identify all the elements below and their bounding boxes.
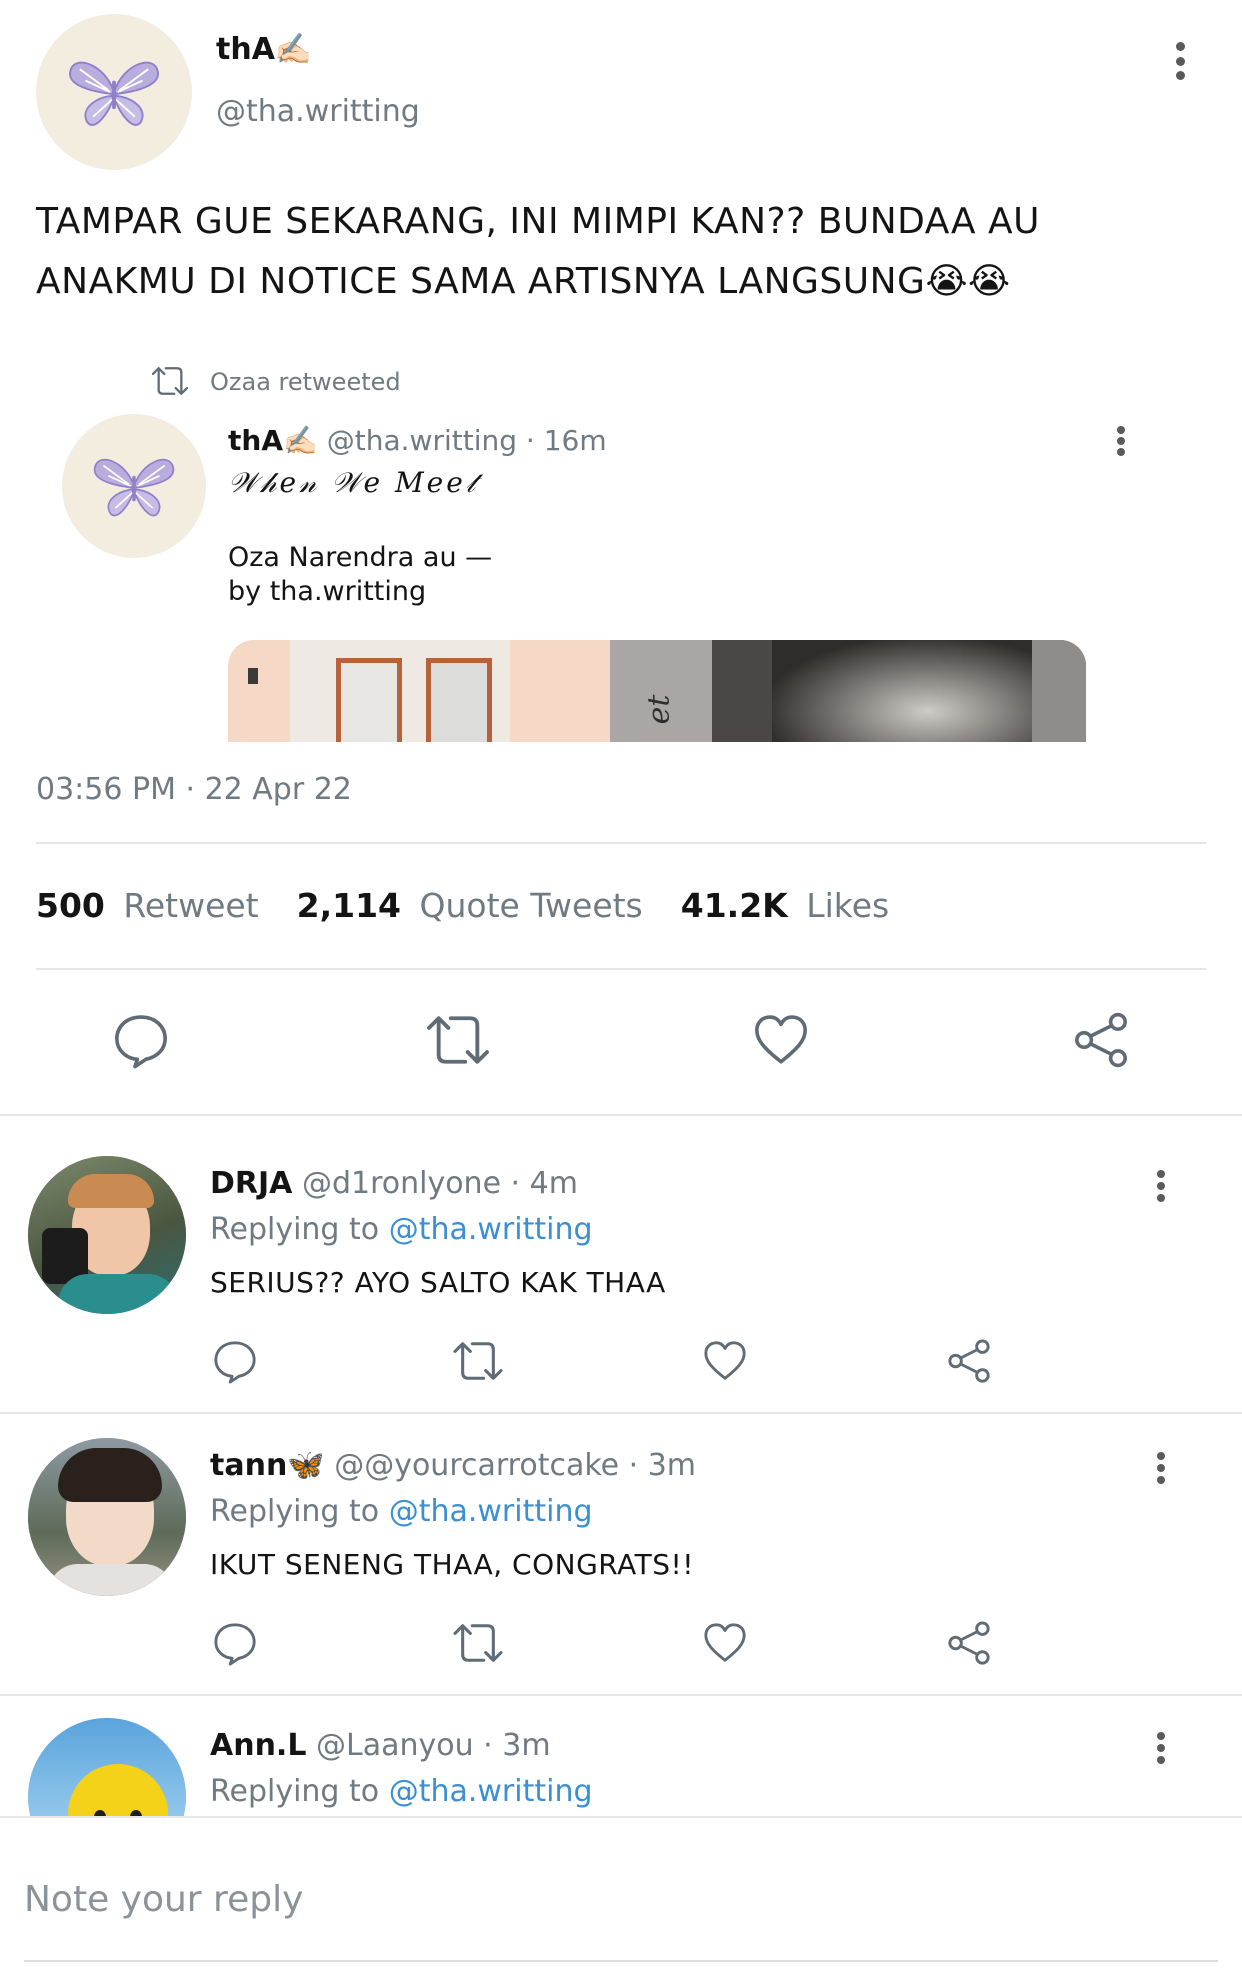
reply-display-name[interactable]: tann🦋 <box>210 1448 325 1483</box>
retweet-icon <box>424 1011 492 1069</box>
retweets-stat[interactable]: 500 Retweet <box>36 886 259 925</box>
reply-avatar[interactable] <box>28 1438 186 1596</box>
retweet-button[interactable] <box>420 1010 496 1070</box>
reply-avatar[interactable] <box>28 1156 186 1314</box>
like-button[interactable] <box>748 1010 814 1070</box>
reply-avatar[interactable] <box>28 1718 186 1816</box>
quotes-stat[interactable]: 2,114 Quote Tweets <box>297 886 643 925</box>
reply-handle-time[interactable]: @d1ronlyone · 4m <box>302 1166 578 1201</box>
reply-more-menu-icon[interactable] <box>1150 1726 1172 1770</box>
comment-icon <box>212 1338 258 1384</box>
composer-underline <box>24 1960 1218 1962</box>
quoted-display-name[interactable]: thA✍🏻 <box>228 424 318 457</box>
author-display-name[interactable]: thA✍🏻 <box>216 32 312 67</box>
post-text: TAMPAR GUE SEKARANG, INI MIMPI KAN?? BUN… <box>36 201 1040 302</box>
comment-icon <box>212 1620 258 1666</box>
reply-comment-button[interactable] <box>210 1336 260 1386</box>
post-more-menu-icon[interactable] <box>1168 36 1192 86</box>
reply-share-button[interactable] <box>944 1336 994 1386</box>
reply-composer <box>0 1816 1242 1974</box>
quoted-line-2: by tha.writting <box>228 576 427 607</box>
butterfly-icon <box>66 54 162 130</box>
reply-display-name[interactable]: DRJA <box>210 1166 292 1201</box>
quoted-handle-time[interactable]: @tha.writting · 16m <box>327 424 607 457</box>
quoted-media-text: et <box>641 694 677 725</box>
reply-like-button[interactable] <box>700 1336 750 1386</box>
quoted-title: 𝒲𝒽𝑒𝓃 𝒲𝑒 𝑀𝑒𝑒𝓉 <box>228 466 479 499</box>
retweet-icon <box>451 1620 505 1666</box>
reply-retweet-button[interactable] <box>450 1336 506 1386</box>
replying-to-link[interactable]: @tha.writting <box>389 1494 593 1529</box>
replying-to-label: Replying to <box>210 1494 380 1529</box>
reply-input[interactable] <box>24 1870 1204 1928</box>
author-avatar[interactable] <box>36 14 192 170</box>
author-handle[interactable]: @tha.writting <box>216 94 420 129</box>
comment-icon <box>112 1011 170 1069</box>
heart-icon <box>702 1338 748 1384</box>
quoted-media-image[interactable]: et <box>228 640 1086 742</box>
butterfly-icon <box>91 452 177 520</box>
retweet-icon <box>451 1338 505 1384</box>
reply-more-menu-icon[interactable] <box>1150 1446 1172 1490</box>
quoted-author-avatar[interactable] <box>62 414 206 558</box>
reply-3-clip <box>0 1696 1242 1816</box>
reply-like-button[interactable] <box>700 1618 750 1668</box>
reply-more-menu-icon[interactable] <box>1150 1164 1172 1208</box>
retweets-label: Retweet <box>123 886 259 925</box>
likes-label: Likes <box>806 886 890 925</box>
reply-share-button[interactable] <box>944 1618 994 1668</box>
reply-handle-time[interactable]: @Laanyou · 3m <box>316 1728 551 1763</box>
share-button[interactable] <box>1068 1010 1134 1070</box>
reply-text: SERIUS?? AYO SALTO KAK THAA <box>210 1266 666 1299</box>
quotes-label: Quote Tweets <box>419 886 643 925</box>
reply-handle-time[interactable]: @@yourcarrotcake · 3m <box>334 1448 696 1483</box>
stats-bar: 500 Retweet 2,114 Quote Tweets 41.2K Lik… <box>36 886 889 925</box>
retweet-icon <box>150 364 190 398</box>
reply-comment-button[interactable] <box>210 1618 260 1668</box>
replying-to-label: Replying to <box>210 1774 380 1809</box>
reply-retweet-button[interactable] <box>450 1618 506 1668</box>
reply-text: IKUT SENENG THAA, CONGRATS!! <box>210 1548 694 1581</box>
reply-button[interactable] <box>108 1010 174 1070</box>
quoted-line-1: Oza Narendra au — <box>228 542 493 573</box>
reply-display-name[interactable]: Ann.L <box>210 1728 306 1763</box>
share-icon <box>946 1620 992 1666</box>
replying-to-link[interactable]: @tha.writting <box>389 1212 593 1247</box>
retweeted-by-label[interactable]: Ozaa retweeted <box>210 368 401 396</box>
heart-icon <box>752 1011 810 1069</box>
replying-to-link[interactable]: @tha.writting <box>389 1774 593 1809</box>
likes-count: 41.2K <box>680 886 788 925</box>
quotes-count: 2,114 <box>296 886 402 925</box>
quoted-more-menu-icon[interactable] <box>1110 420 1132 462</box>
heart-icon <box>702 1620 748 1666</box>
replying-to-label: Replying to <box>210 1212 380 1247</box>
post-timestamp: 03:56 PM · 22 Apr 22 <box>36 772 352 807</box>
share-icon <box>1072 1011 1130 1069</box>
retweets-count: 500 <box>36 886 105 925</box>
likes-stat[interactable]: 41.2K Likes <box>681 886 889 925</box>
share-icon <box>946 1338 992 1384</box>
